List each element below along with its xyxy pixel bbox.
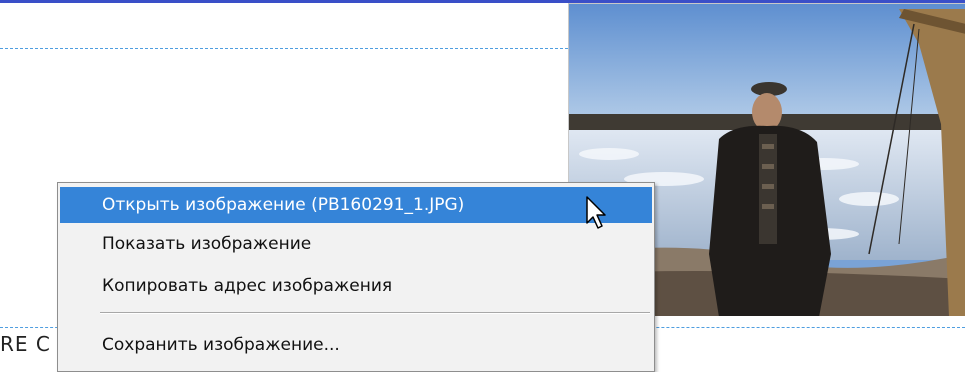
menu-item-save-image[interactable]: Сохранить изображение... <box>60 327 652 363</box>
dashed-divider <box>0 48 568 49</box>
menu-item-copy-image-address[interactable]: Копировать адрес изображения <box>60 268 652 304</box>
menu-item-open-image[interactable]: Открыть изображение (PB160291_1.JPG) <box>60 187 652 223</box>
partial-heading-text: RE C <box>0 332 51 356</box>
menu-item-show-image[interactable]: Показать изображение <box>60 226 652 262</box>
menu-separator <box>100 312 650 314</box>
context-menu: Открыть изображение (PB160291_1.JPG) Пок… <box>57 182 655 372</box>
mouse-pointer-icon <box>585 195 609 231</box>
